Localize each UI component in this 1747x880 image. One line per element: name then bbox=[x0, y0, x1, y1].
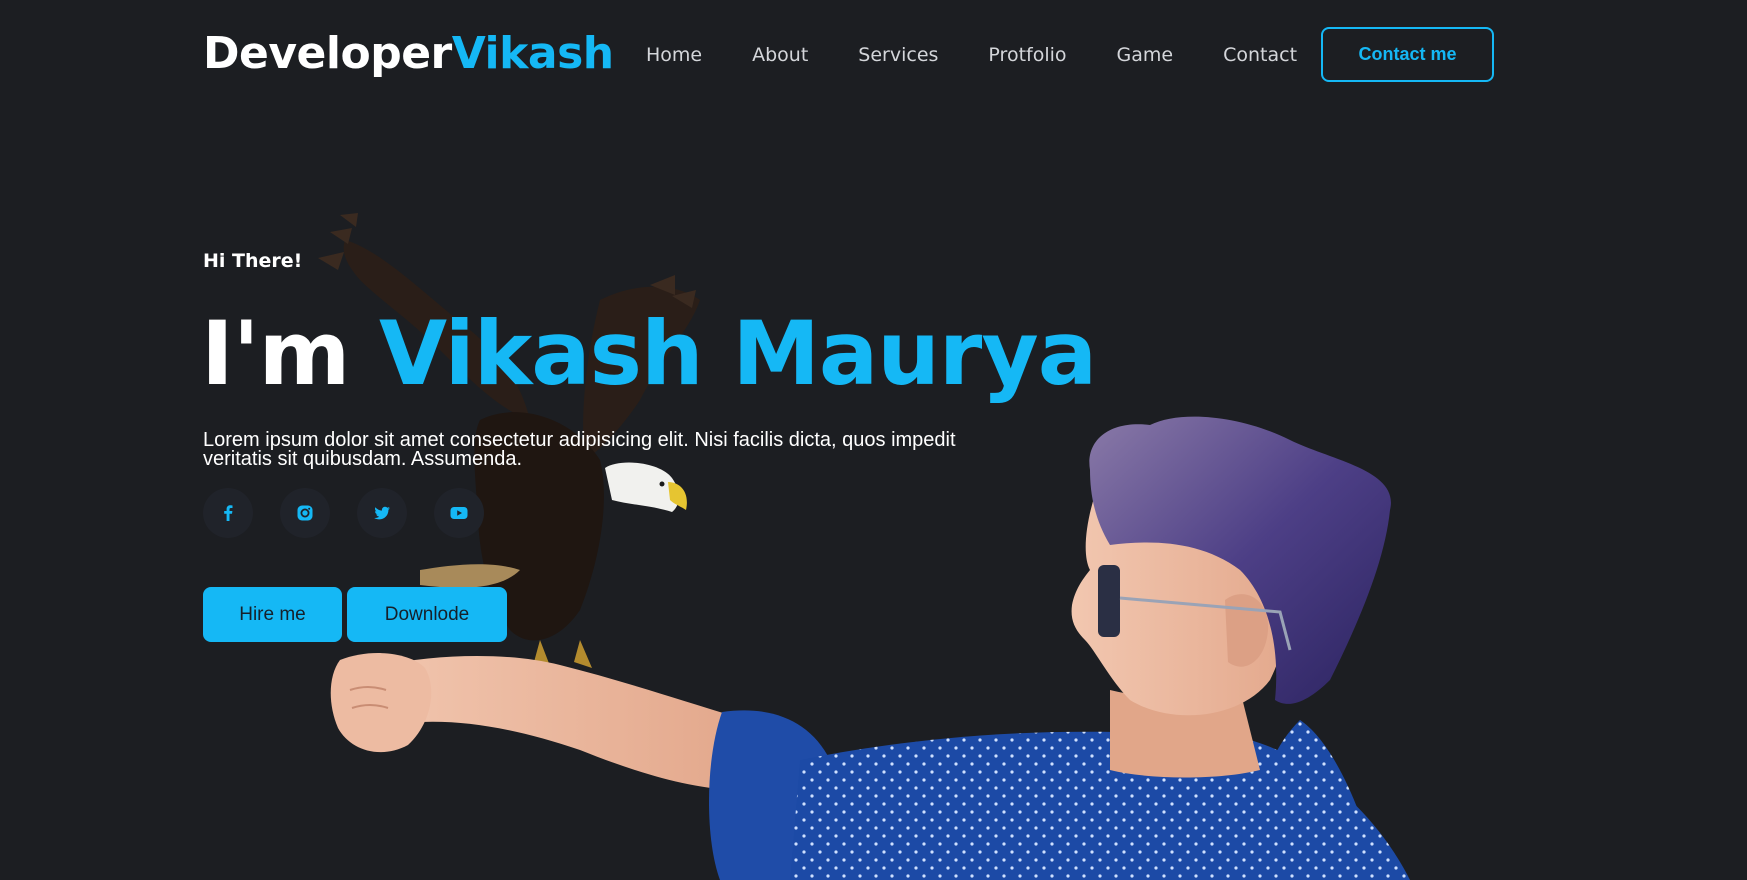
youtube-icon bbox=[450, 507, 468, 519]
twitter-icon bbox=[374, 506, 390, 520]
twitter-link[interactable] bbox=[357, 488, 407, 538]
instagram-icon bbox=[297, 505, 313, 521]
hero-headline: I'm Vikash Maurya bbox=[201, 298, 1097, 410]
headline-prefix: I'm bbox=[201, 302, 350, 405]
download-button[interactable]: Downlode bbox=[347, 587, 507, 642]
person-graphic bbox=[330, 416, 1410, 880]
brand-first: Developer bbox=[203, 28, 452, 79]
nav-game[interactable]: Game bbox=[1117, 40, 1174, 70]
nav-services[interactable]: Services bbox=[858, 40, 938, 70]
youtube-link[interactable] bbox=[434, 488, 484, 538]
hero-greeting: Hi There! bbox=[203, 250, 303, 272]
facebook-icon bbox=[224, 505, 233, 521]
nav-home[interactable]: Home bbox=[646, 40, 702, 70]
hire-me-button[interactable]: Hire me bbox=[203, 587, 342, 642]
site-header: DeveloperVikash Home About Services Prot… bbox=[0, 0, 1747, 110]
facebook-link[interactable] bbox=[203, 488, 253, 538]
brand-second: Vikash bbox=[451, 28, 614, 79]
contact-me-button[interactable]: Contact me bbox=[1321, 27, 1494, 82]
social-links bbox=[203, 488, 484, 538]
instagram-link[interactable] bbox=[280, 488, 330, 538]
nav-portfolio[interactable]: Protfolio bbox=[988, 40, 1066, 70]
nav-about[interactable]: About bbox=[752, 40, 808, 70]
hero-description: Lorem ipsum dolor sit amet consectetur a… bbox=[203, 429, 956, 470]
nav-contact[interactable]: Contact bbox=[1223, 40, 1297, 70]
main-nav: Home About Services Protfolio Game Conta… bbox=[646, 40, 1297, 70]
headline-name: Vikash Maurya bbox=[379, 302, 1097, 405]
brand-logo[interactable]: DeveloperVikash bbox=[203, 26, 614, 82]
